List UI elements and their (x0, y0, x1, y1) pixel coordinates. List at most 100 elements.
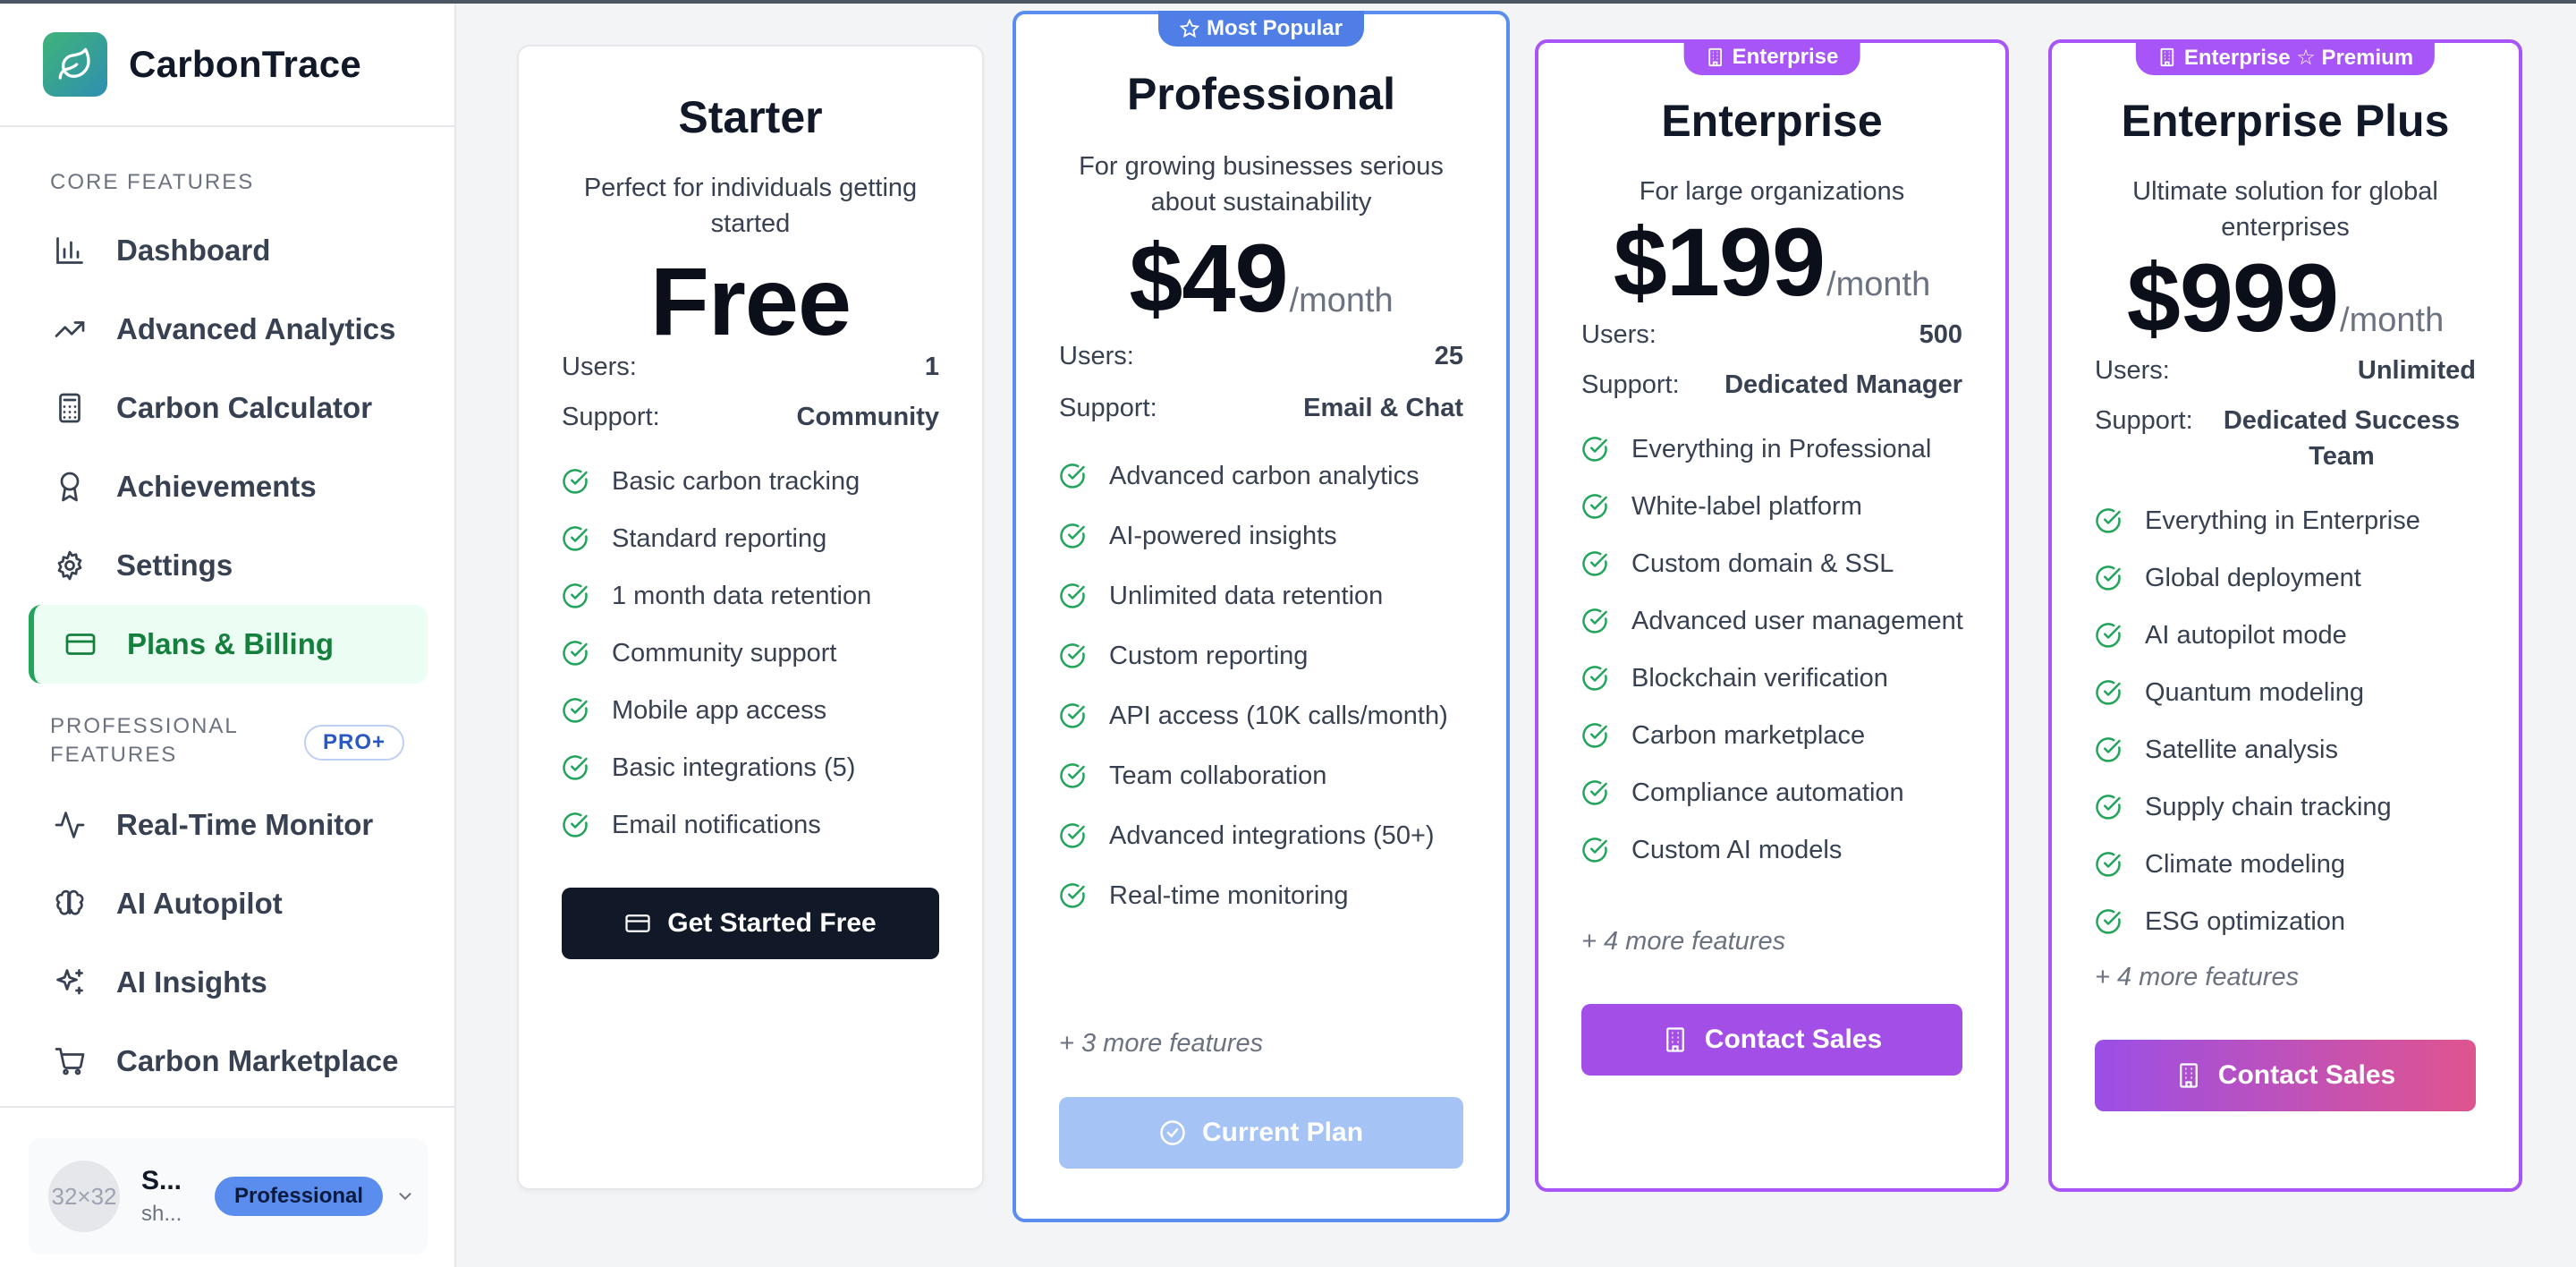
users-value: 1 (924, 353, 939, 381)
sidebar-item-carbon-marketplace[interactable]: Carbon Marketplace (29, 1022, 428, 1101)
building-icon (2179, 1063, 2198, 1088)
sidebar-item-settings[interactable]: Settings (29, 526, 428, 605)
check-circle-icon (1582, 723, 1607, 748)
support-label: Support: (1581, 370, 1680, 399)
feature-item: Team collaboration (1059, 758, 1470, 794)
check-circle-icon (1160, 1120, 1185, 1145)
chevron-down-icon[interactable] (395, 1186, 417, 1207)
brand[interactable]: CarbonTrace (43, 32, 361, 97)
check-circle-icon (1060, 823, 1085, 848)
sidebar-item-ai-autopilot[interactable]: AI Autopilot (29, 864, 428, 943)
more-features-link[interactable]: + 4 more features (1581, 927, 1785, 957)
check-circle-icon (563, 698, 588, 723)
most-popular-badge: Most Popular (1157, 11, 1365, 47)
support-value: Dedicated Success Team (2223, 406, 2461, 471)
button-label: Get Started Free (667, 908, 877, 938)
sidebar-item-dashboard[interactable]: Dashboard (29, 211, 428, 290)
support-value: Community (796, 403, 940, 431)
enterprise-premium-badge: Enterprise ☆ Premium (2135, 39, 2436, 75)
badge-label: Enterprise (1732, 45, 1839, 69)
support-value: Dedicated Manager (1724, 370, 1962, 399)
sidebar-item-label: Carbon Calculator (116, 391, 373, 424)
feature-item: Advanced user management (1581, 603, 1970, 639)
support-value: Email & Chat (1303, 394, 1463, 422)
app-name: CarbonTrace (129, 43, 362, 85)
sidebar-item-advanced-analytics[interactable]: Advanced Analytics (29, 290, 428, 369)
sidebar: CarbonTrace CORE FEATURES Dashboard Adva… (0, 0, 456, 1267)
button-label: Contact Sales (2217, 1060, 2396, 1090)
activity-icon (50, 805, 89, 845)
feature-item: Custom domain & SSL (1581, 546, 1970, 582)
button-label: Contact Sales (1704, 1025, 1883, 1054)
feature-label: Climate modeling (2145, 850, 2346, 879)
plan-card-enterprise: Enterprise Enterprise For large organiza… (1535, 39, 2009, 1192)
feature-label: Supply chain tracking (2145, 793, 2392, 821)
sidebar-item-carbon-calculator[interactable]: Carbon Calculator (29, 369, 428, 447)
support-row: Support: Email & Chat (1059, 390, 1463, 426)
user-email: sh... (141, 1202, 182, 1226)
user-menu[interactable]: 32×32 S... sh... Professional (29, 1138, 428, 1254)
support-label: Support: (562, 403, 660, 431)
plan-description: For large organizations (1639, 177, 1905, 206)
feature-item: Email notifications (562, 807, 946, 843)
check-circle-icon (1060, 643, 1085, 668)
get-started-free-button[interactable]: Get Started Free (562, 888, 939, 959)
core-features-heading: CORE FEATURES (50, 170, 255, 194)
feature-label: Team collaboration (1109, 761, 1327, 790)
sidebar-item-plans-billing[interactable]: Plans & Billing (29, 605, 428, 684)
sidebar-item-ai-insights[interactable]: AI Insights (29, 943, 428, 1022)
feature-label: API access (10K calls/month) (1109, 702, 1448, 730)
contact-sales-button[interactable]: Contact Sales (1581, 1004, 1962, 1076)
feature-label: Everything in Professional (1631, 435, 1932, 463)
check-circle-icon (2096, 737, 2121, 762)
check-circle-icon (1060, 583, 1085, 608)
support-row: Support: Community (562, 399, 939, 435)
sidebar-item-label: Plans & Billing (127, 627, 335, 660)
check-circle-icon (1582, 494, 1607, 519)
more-features-link[interactable]: + 4 more features (2095, 963, 2299, 992)
building-icon (1665, 1027, 1684, 1052)
building-icon (1708, 47, 1722, 67)
feature-label: Custom AI models (1631, 836, 1843, 864)
feature-label: AI-powered insights (1109, 522, 1337, 550)
check-circle-icon (563, 812, 588, 838)
sidebar-item-achievements[interactable]: Achievements (29, 447, 428, 526)
divider (0, 1106, 454, 1108)
more-features-link[interactable]: + 3 more features (1059, 1029, 1263, 1059)
feature-label: Advanced integrations (50+) (1109, 821, 1435, 850)
feature-label: Custom domain & SSL (1631, 549, 1894, 578)
credit-card-icon (625, 914, 650, 932)
leaf-logo-icon (43, 32, 107, 97)
plan-card-enterprise-plus: Enterprise ☆ Premium Enterprise Plus Ult… (2048, 39, 2522, 1192)
plan-card-starter: Starter Perfect for individuals getting … (517, 45, 984, 1190)
feature-item: ESG optimization (2095, 904, 2483, 940)
users-row: Users: Unlimited (2095, 353, 2476, 388)
users-value: Unlimited (2357, 356, 2476, 385)
section-label-line: FEATURES (50, 743, 178, 767)
check-circle-icon (563, 641, 588, 666)
feature-label: Quantum modeling (2145, 678, 2365, 707)
plan-description: For growing businesses serious about sus… (1079, 152, 1444, 217)
sidebar-item-real-time-monitor[interactable]: Real-Time Monitor (29, 786, 428, 864)
feature-list: Everything in Professional White-label pl… (1581, 431, 1970, 868)
section-label-line: PROFESSIONAL (50, 714, 239, 738)
feature-item: White-label platform (1581, 489, 1970, 524)
feature-item: Compliance automation (1581, 775, 1970, 811)
feature-item: Standard reporting (562, 521, 946, 557)
check-circle-icon (1060, 883, 1085, 908)
users-label: Users: (1581, 320, 1657, 349)
check-circle-icon (563, 469, 588, 494)
users-row: Users: 500 (1581, 317, 1962, 353)
price-amount: $999 (2126, 243, 2339, 352)
check-circle-icon (563, 583, 588, 608)
feature-label: Advanced user management (1631, 607, 1963, 635)
current-plan-button[interactable]: Current Plan (1059, 1097, 1463, 1169)
contact-sales-button[interactable]: Contact Sales (2095, 1040, 2476, 1111)
sidebar-item-label: Advanced Analytics (116, 312, 396, 345)
calculator-icon (50, 388, 89, 428)
feature-label: Compliance automation (1631, 778, 1904, 807)
enterprise-badge: Enterprise (1683, 39, 1860, 75)
feature-label: Carbon marketplace (1631, 721, 1866, 750)
plan-price: $199 /month (1538, 206, 2005, 318)
sidebar-item-label: Settings (116, 548, 233, 582)
